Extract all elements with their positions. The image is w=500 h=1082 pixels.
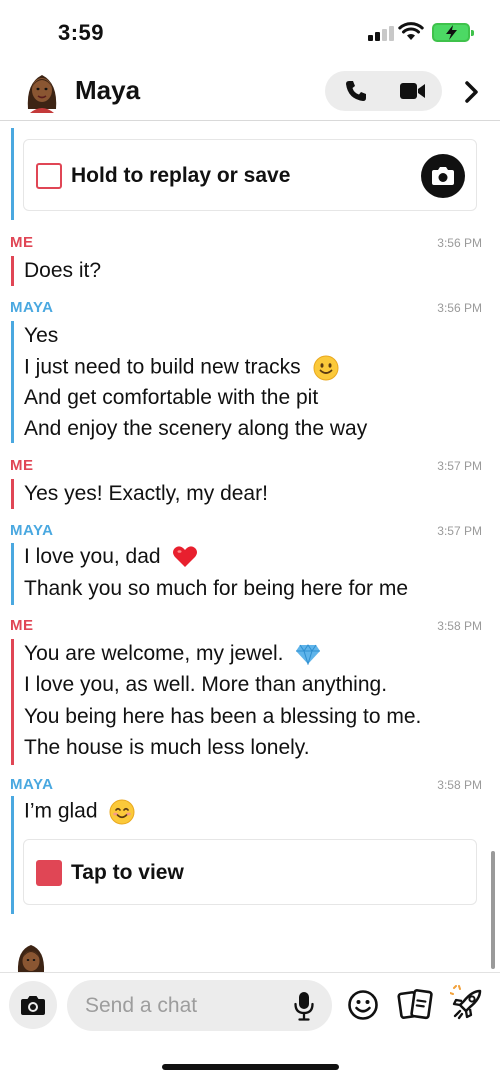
chat-header: Maya (0, 64, 500, 121)
message-time: 3:57 PM (437, 524, 482, 538)
message-text[interactable]: Does it? (24, 259, 101, 283)
me-accent-line (11, 639, 14, 765)
snap-view-label: Tap to view (71, 861, 184, 884)
message-line: I just need to build new tracks (24, 355, 339, 381)
red-heart-emoji (173, 546, 198, 568)
smiley-face-icon[interactable] (347, 989, 379, 1021)
message-text[interactable]: You being here has been a blessing to me… (24, 705, 421, 729)
chat-input-bar (0, 972, 500, 1042)
contact-name[interactable]: Maya (75, 75, 140, 106)
gem-stone-emoji (296, 644, 321, 666)
bitmoji-typing-avatar (17, 945, 45, 972)
message-time: 3:56 PM (437, 236, 482, 250)
message-thread[interactable]: Hold to replay or save ME 3:56 PM Does i… (0, 122, 500, 972)
microphone-icon[interactable] (293, 991, 315, 1021)
sender-label: MAYA (10, 299, 54, 316)
me-accent-line (11, 256, 14, 286)
home-indicator[interactable] (162, 1064, 339, 1070)
snap-view-card[interactable]: Tap to view (23, 839, 477, 905)
camera-icon (432, 167, 454, 185)
cards-icon[interactable] (397, 988, 433, 1022)
message-text[interactable]: You are welcome, my jewel. (24, 642, 284, 665)
message-text[interactable]: Thank you so much for being here for me (24, 577, 408, 601)
opened-snap-icon (36, 163, 62, 189)
status-bar: 3:59 (0, 0, 500, 64)
wifi-icon (398, 22, 424, 40)
message-text[interactable]: Yes (24, 324, 58, 348)
sender-label: ME (10, 234, 34, 251)
camera-button[interactable] (9, 981, 57, 1029)
phone-icon (346, 81, 366, 101)
video-icon (400, 83, 425, 99)
sender-label: ME (10, 457, 34, 474)
snap-replay-card[interactable]: Hold to replay or save (23, 139, 477, 211)
bitmoji-avatar[interactable] (22, 69, 62, 113)
sender-label: MAYA (10, 522, 54, 539)
snap-replay-label: Hold to replay or save (71, 164, 291, 187)
message-time: 3:57 PM (437, 459, 482, 473)
message-text[interactable]: And get comfortable with the pit (24, 386, 318, 410)
reply-camera-button[interactable] (421, 154, 465, 198)
message-line: I’m glad (24, 799, 135, 825)
scrollbar[interactable] (491, 851, 495, 969)
voice-call-button[interactable] (327, 71, 385, 111)
maya-accent-line (11, 796, 14, 914)
message-time: 3:58 PM (437, 778, 482, 792)
message-text[interactable]: I just need to build new tracks (24, 356, 301, 379)
call-controls (325, 71, 442, 111)
message-time: 3:56 PM (437, 301, 482, 315)
chevron-right-icon[interactable] (458, 78, 484, 106)
message-time: 3:58 PM (437, 619, 482, 633)
maya-accent-line (11, 543, 14, 605)
message-text[interactable]: I love you, dad (24, 545, 161, 568)
message-line: You are welcome, my jewel. (24, 642, 321, 666)
smiling-face-emoji (109, 799, 135, 825)
slightly-smiling-face-emoji (313, 355, 338, 381)
rocket-icon[interactable] (450, 985, 486, 1023)
status-time: 3:59 (58, 20, 105, 45)
cellular-signal-icon (368, 25, 394, 41)
message-line: I love you, dad (24, 545, 198, 569)
sender-label: MAYA (10, 776, 54, 793)
me-accent-line (11, 479, 14, 509)
maya-accent-line (11, 321, 14, 443)
message-text[interactable]: The house is much less lonely. (24, 736, 310, 760)
video-call-button[interactable] (384, 71, 442, 111)
camera-icon (21, 996, 45, 1015)
maya-accent-line (11, 128, 14, 220)
unopened-snap-icon (36, 860, 62, 886)
message-text[interactable]: I love you, as well. More than anything. (24, 673, 387, 697)
sender-label: ME (10, 617, 34, 634)
battery-charging-icon (432, 23, 474, 42)
message-text[interactable]: And enjoy the scenery along the way (24, 417, 367, 441)
message-text[interactable]: Yes yes! Exactly, my dear! (24, 482, 268, 506)
message-text[interactable]: I’m glad (24, 800, 98, 823)
